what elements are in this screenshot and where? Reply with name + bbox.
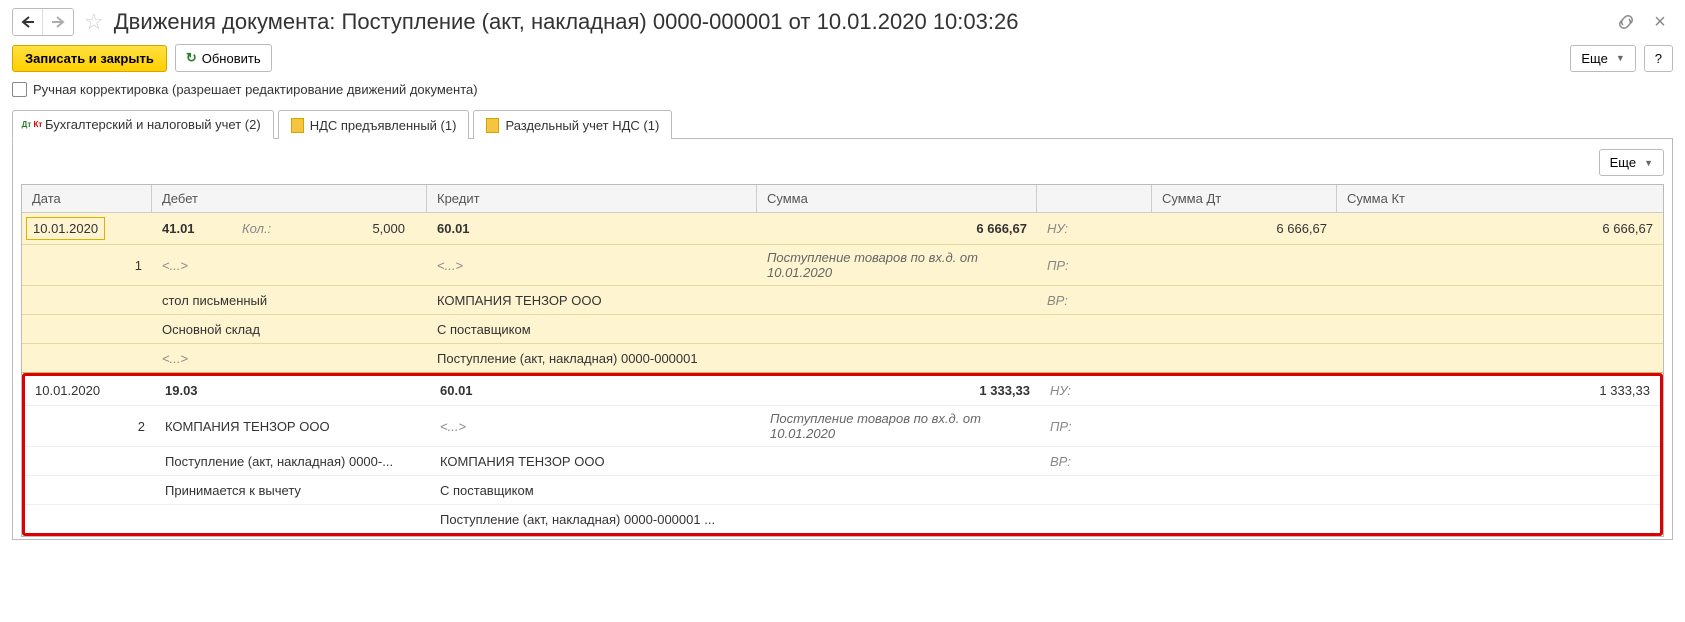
pr-label: ПР:	[1037, 253, 1152, 278]
credit-account: 60.01	[427, 216, 757, 241]
entry-date: 10.01.2020	[26, 217, 105, 240]
more-button[interactable]: Еще▼	[1570, 45, 1635, 72]
col-sumdt[interactable]: Сумма Дт	[1152, 185, 1337, 212]
debit-sub: Поступление (акт, накладная) 0000-...	[155, 449, 430, 474]
credit-account: 60.01	[430, 378, 760, 403]
sum-value: 1 333,33	[760, 378, 1040, 403]
refresh-button[interactable]: ↻ Обновить	[175, 44, 272, 72]
sum-description: Поступление товаров по вх.д. от 10.01.20…	[760, 406, 1040, 446]
chevron-down-icon: ▼	[1644, 158, 1653, 168]
debit-sub: <...>	[152, 253, 427, 278]
grid-more-button[interactable]: Еще▼	[1599, 149, 1664, 176]
credit-sub: Поступление (акт, накладная) 0000-000001	[427, 346, 757, 371]
debit-sub: Принимается к вычету	[155, 478, 430, 503]
vr-label: ВР:	[1040, 449, 1155, 474]
doc-icon	[291, 118, 304, 133]
dt-kt-icon: Дт Кт	[25, 118, 39, 132]
tab-accounting[interactable]: Дт Кт Бухгалтерский и налоговый учет (2)	[12, 110, 274, 139]
sumdt-value	[1155, 386, 1340, 396]
page-title: Движения документа: Поступление (акт, на…	[114, 9, 1603, 35]
entry-row[interactable]: 10.01.2020 19.03 60.01 1 333,33 НУ: 1 33…	[22, 373, 1663, 536]
debit-account: 41.01	[162, 221, 242, 236]
nav-group	[12, 8, 74, 36]
nu-label: НУ:	[1037, 216, 1152, 241]
doc-icon	[486, 118, 499, 133]
col-type[interactable]	[1037, 185, 1152, 212]
manual-correction-checkbox[interactable]	[12, 82, 27, 97]
credit-sub: КОМПАНИЯ ТЕНЗОР ООО	[427, 288, 757, 313]
pr-label: ПР:	[1040, 414, 1155, 439]
vr-label: ВР:	[1037, 288, 1152, 313]
link-icon[interactable]	[1613, 9, 1639, 35]
credit-sub: <...>	[430, 414, 760, 439]
col-date[interactable]: Дата	[22, 185, 152, 212]
forward-button[interactable]	[43, 9, 73, 35]
refresh-icon: ↻	[186, 50, 197, 66]
credit-sub: <...>	[427, 253, 757, 278]
entry-date: 10.01.2020	[25, 378, 155, 403]
close-icon[interactable]: ×	[1647, 9, 1673, 35]
row-number: 1	[22, 253, 152, 278]
nu-label: НУ:	[1040, 378, 1155, 403]
grid-header: Дата Дебет Кредит Сумма Сумма Дт Сумма К…	[22, 185, 1663, 213]
credit-sub: Поступление (акт, накладная) 0000-000001…	[430, 507, 760, 532]
tab-vat-presented[interactable]: НДС предъявленный (1)	[278, 110, 470, 139]
refresh-label: Обновить	[202, 51, 261, 66]
entries-grid: Дата Дебет Кредит Сумма Сумма Дт Сумма К…	[21, 184, 1664, 537]
col-sum[interactable]: Сумма	[757, 185, 1037, 212]
debit-account: 19.03	[155, 378, 430, 403]
qty-label: Кол.:	[242, 221, 302, 236]
credit-sub: С поставщиком	[430, 478, 760, 503]
debit-sub: стол письменный	[152, 288, 427, 313]
sumkt-value: 6 666,67	[1337, 216, 1663, 241]
sumdt-value: 6 666,67	[1152, 216, 1337, 241]
debit-sub: <...>	[152, 346, 427, 371]
debit-sub: Основной склад	[152, 317, 427, 342]
back-button[interactable]	[13, 9, 43, 35]
sum-value: 6 666,67	[757, 216, 1037, 241]
debit-sub: КОМПАНИЯ ТЕНЗОР ООО	[155, 414, 430, 439]
favorite-star-icon[interactable]: ☆	[84, 9, 104, 35]
tab-vat-split[interactable]: Раздельный учет НДС (1)	[473, 110, 672, 139]
credit-sub: КОМПАНИЯ ТЕНЗОР ООО	[430, 449, 760, 474]
col-debit[interactable]: Дебет	[152, 185, 427, 212]
entry-row[interactable]: 10.01.2020 41.01 Кол.: 5,000 60.01 6 666…	[22, 213, 1663, 373]
sum-description: Поступление товаров по вх.д. от 10.01.20…	[757, 245, 1037, 285]
chevron-down-icon: ▼	[1616, 53, 1625, 63]
help-button[interactable]: ?	[1644, 45, 1673, 72]
col-credit[interactable]: Кредит	[427, 185, 757, 212]
credit-sub: С поставщиком	[427, 317, 757, 342]
sumkt-value: 1 333,33	[1340, 378, 1660, 403]
save-close-button[interactable]: Записать и закрыть	[12, 45, 167, 72]
manual-correction-label: Ручная корректировка (разрешает редактир…	[33, 82, 478, 97]
row-number: 2	[25, 414, 155, 439]
qty-value: 5,000	[302, 221, 417, 236]
col-sumkt[interactable]: Сумма Кт	[1337, 185, 1663, 212]
